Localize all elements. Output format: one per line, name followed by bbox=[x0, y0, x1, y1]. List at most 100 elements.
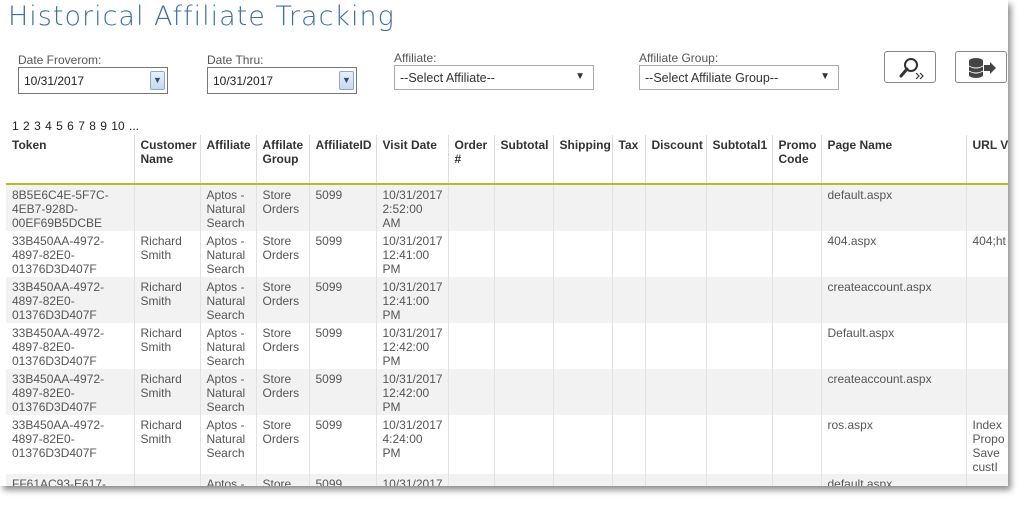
table-cell: Store Orders bbox=[256, 184, 310, 231]
table-cell: createaccount.aspx bbox=[821, 369, 967, 415]
table-cell: Aptos - Natural Search bbox=[200, 277, 257, 323]
column-header[interactable]: Page Name bbox=[821, 135, 967, 185]
table-cell: Store Orders bbox=[256, 323, 310, 369]
table-cell: 10/31/2017 bbox=[376, 474, 449, 486]
table-row[interactable]: 33B450AA-4972- 4897-82E0- 01376D3D407F Ri… bbox=[6, 231, 1008, 277]
table-cell bbox=[645, 231, 707, 277]
table-cell: Aptos - Natural Search bbox=[200, 415, 257, 474]
column-header[interactable]: Order # bbox=[448, 135, 495, 185]
table-cell bbox=[494, 184, 554, 231]
date-from-input[interactable]: 10/31/2017 ▼ bbox=[18, 67, 168, 94]
table-cell bbox=[706, 415, 773, 474]
table-cell bbox=[448, 415, 495, 474]
page-link[interactable]: 2 bbox=[23, 119, 30, 133]
search-button[interactable] bbox=[884, 51, 936, 83]
page-link[interactable]: 8 bbox=[89, 119, 96, 133]
affiliate-select[interactable]: --Select Affiliate-- ▼ bbox=[394, 65, 594, 90]
table-cell bbox=[772, 323, 822, 369]
table-cell: 8B5E6C4E-5F7C- 4EB7-928D- 00EF69B5DCBE bbox=[6, 184, 135, 231]
table-row[interactable]: 33B450AA-4972- 4897-82E0- 01376D3D407F Ri… bbox=[6, 323, 1008, 369]
table-cell: Richard Smith bbox=[134, 369, 201, 415]
page-link-more[interactable]: ... bbox=[129, 119, 139, 133]
table-cell bbox=[553, 369, 613, 415]
affiliate-group-select[interactable]: --Select Affiliate Group-- ▼ bbox=[639, 65, 839, 90]
tracking-table: Token Customer Name Affiliate Affilate G… bbox=[6, 135, 1008, 486]
table-cell bbox=[772, 415, 822, 474]
table-cell bbox=[134, 184, 201, 231]
table-cell bbox=[706, 184, 773, 231]
export-database-icon bbox=[968, 58, 996, 78]
table-cell bbox=[448, 369, 495, 415]
page-link[interactable]: 6 bbox=[67, 119, 74, 133]
table-cell bbox=[645, 369, 707, 415]
column-header[interactable]: Token bbox=[6, 135, 135, 185]
table-cell bbox=[553, 474, 613, 486]
column-header[interactable]: AffiliateID bbox=[309, 135, 377, 185]
table-cell: 33B450AA-4972- 4897-82E0- 01376D3D407F bbox=[6, 415, 135, 474]
table-cell bbox=[494, 474, 554, 486]
table-cell: 10/31/2017 2:52:00 AM bbox=[376, 184, 449, 231]
table-cell bbox=[553, 415, 613, 474]
table-cell bbox=[612, 184, 646, 231]
column-header[interactable]: Shipping bbox=[553, 135, 613, 185]
table-cell bbox=[706, 369, 773, 415]
table-cell: 10/31/2017 12:41:00 PM bbox=[376, 277, 449, 323]
affiliate-group-select-value: --Select Affiliate Group-- bbox=[645, 71, 779, 85]
table-body: 8B5E6C4E-5F7C- 4EB7-928D- 00EF69B5DCBE Ap… bbox=[6, 184, 1008, 486]
table-cell: default.aspx bbox=[821, 184, 967, 231]
table-row[interactable]: FF61AC93-E617- Aptos - Store 5099 10/31/2017… bbox=[6, 474, 1008, 486]
table-row[interactable]: 33B450AA-4972- 4897-82E0- 01376D3D407F Ri… bbox=[6, 415, 1008, 474]
export-button[interactable] bbox=[955, 51, 1007, 83]
page-link[interactable]: 1 bbox=[12, 119, 19, 133]
table-cell bbox=[772, 369, 822, 415]
column-header[interactable]: Discount bbox=[645, 135, 707, 185]
table-cell: Richard Smith bbox=[134, 231, 201, 277]
table-cell bbox=[494, 231, 554, 277]
table-row[interactable]: 8B5E6C4E-5F7C- 4EB7-928D- 00EF69B5DCBE Ap… bbox=[6, 184, 1008, 231]
table-cell: Index Propo Save custI bbox=[966, 415, 1008, 474]
chevron-down-icon: ▼ bbox=[820, 71, 830, 82]
chevron-down-icon[interactable]: ▼ bbox=[150, 71, 165, 90]
table-cell bbox=[772, 231, 822, 277]
date-thru-input[interactable]: 10/31/2017 ▼ bbox=[207, 67, 357, 94]
column-header[interactable]: Subtotal bbox=[494, 135, 554, 185]
page-link[interactable]: 4 bbox=[45, 119, 52, 133]
page-link[interactable]: 5 bbox=[56, 119, 63, 133]
column-header[interactable]: Affiliate bbox=[200, 135, 257, 185]
table-cell bbox=[612, 277, 646, 323]
table-cell bbox=[966, 323, 1008, 369]
table-row[interactable]: 33B450AA-4972- 4897-82E0- 01376D3D407F Ri… bbox=[6, 369, 1008, 415]
affiliate-group-label: Affiliate Group: bbox=[639, 51, 719, 65]
table-cell bbox=[645, 323, 707, 369]
column-header[interactable]: Customer Name bbox=[134, 135, 201, 185]
table-cell: Store Orders bbox=[256, 231, 310, 277]
table-cell: 5099 bbox=[309, 369, 377, 415]
column-header[interactable]: Promo Code bbox=[772, 135, 822, 185]
chevron-down-icon[interactable]: ▼ bbox=[339, 71, 354, 90]
page-title: Historical Affiliate Tracking bbox=[8, 1, 395, 32]
table-cell bbox=[772, 184, 822, 231]
column-header[interactable]: Affilate Group bbox=[256, 135, 310, 185]
table-cell bbox=[448, 323, 495, 369]
table-cell bbox=[448, 474, 495, 486]
table-cell bbox=[966, 369, 1008, 415]
page-link[interactable]: 9 bbox=[100, 119, 107, 133]
table-cell: Store Orders bbox=[256, 277, 310, 323]
column-header[interactable]: Tax bbox=[612, 135, 646, 185]
table-cell bbox=[645, 415, 707, 474]
table-cell bbox=[448, 184, 495, 231]
table-cell: 5099 bbox=[309, 184, 377, 231]
date-thru-label: Date Thru: bbox=[207, 53, 264, 67]
table-cell bbox=[645, 277, 707, 323]
table-header-row: Token Customer Name Affiliate Affilate G… bbox=[6, 135, 1008, 185]
column-header[interactable]: Subtotal1 bbox=[706, 135, 773, 185]
page-link[interactable]: 7 bbox=[78, 119, 85, 133]
page-link[interactable]: 10 bbox=[111, 119, 124, 133]
column-header[interactable]: URL V bbox=[966, 135, 1008, 185]
table-cell: 10/31/2017 12:42:00 PM bbox=[376, 323, 449, 369]
column-header[interactable]: Visit Date bbox=[376, 135, 449, 185]
table-cell: Aptos - Natural Search bbox=[200, 323, 257, 369]
table-row[interactable]: 33B450AA-4972- 4897-82E0- 01376D3D407F Ri… bbox=[6, 277, 1008, 323]
table-cell bbox=[448, 277, 495, 323]
page-link[interactable]: 3 bbox=[34, 119, 41, 133]
